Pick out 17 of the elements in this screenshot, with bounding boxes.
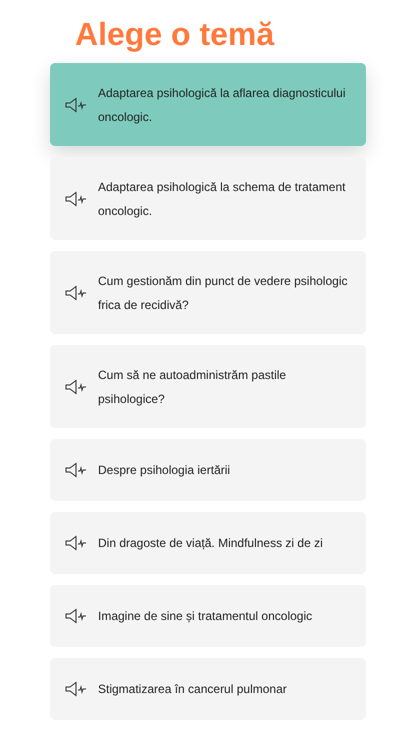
megaphone-icon xyxy=(65,96,87,112)
topic-item[interactable]: Despre psihologia iertării xyxy=(50,439,366,501)
topic-item[interactable]: Din dragoste de viață. Mindfulness zi de zi xyxy=(50,512,366,574)
megaphone-icon xyxy=(65,462,87,478)
megaphone-icon xyxy=(65,190,87,206)
topic-item[interactable]: Imagine de sine și tratamentul oncologic xyxy=(50,585,366,647)
topic-item[interactable]: Cum gestionăm din punct de vedere psihologic frica de recidivă? xyxy=(50,251,366,334)
topic-item[interactable]: Adaptarea psihologică la aflarea diagnosticului oncologic. xyxy=(50,63,366,146)
megaphone-icon xyxy=(65,681,87,697)
megaphone-icon xyxy=(65,535,87,551)
topic-item[interactable]: Stigmatizarea în cancerul pulmonar xyxy=(50,658,366,720)
topic-item[interactable]: Cum să ne autoadministrăm pastile psihologice? xyxy=(50,345,366,428)
megaphone-icon xyxy=(65,378,87,394)
megaphone-icon xyxy=(65,608,87,624)
topic-item[interactable]: Adaptarea psihologică la schema de tratament oncologic. xyxy=(50,157,366,240)
page-title: Alege o temă xyxy=(75,16,274,52)
megaphone-icon xyxy=(65,284,87,300)
